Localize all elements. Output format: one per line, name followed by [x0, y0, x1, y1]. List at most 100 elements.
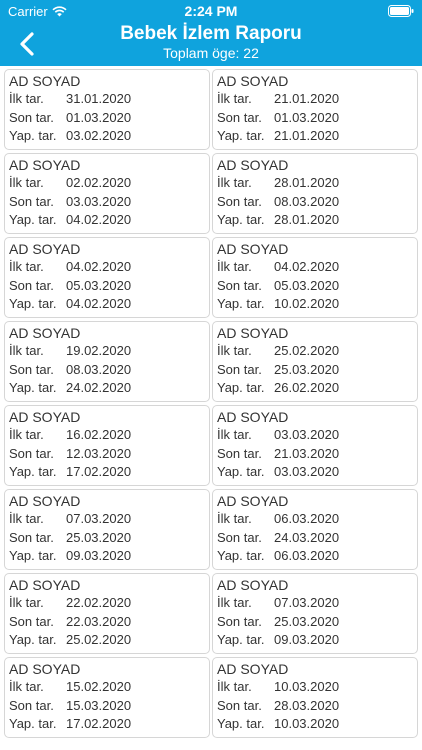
last-date-row: Son tar. 22.03.2020 — [9, 613, 209, 632]
last-date-label: Son tar. — [217, 193, 262, 209]
done-date-value: 21.01.2020 — [274, 128, 340, 143]
last-date-label: Son tar. — [217, 277, 262, 293]
done-date-value: 10.03.2020 — [274, 716, 340, 731]
first-date-value: 03.03.2020 — [274, 427, 340, 442]
last-date-value: 03.03.2020 — [66, 193, 132, 209]
record-card[interactable]: AD SOYAD İlk tar. 07.03.2020 Son tar. 25.03.… — [212, 573, 418, 654]
record-card[interactable]: AD SOYAD İlk tar. 02.02.2020 Son tar. 03.03.… — [4, 153, 210, 234]
header: Carrier 2:24 PM Bebek İzlem Raporu Topla… — [0, 0, 422, 66]
done-date-value: 17.02.2020 — [66, 464, 132, 479]
record-card[interactable]: AD SOYAD İlk tar. 21.01.2020 Son tar. 01.03.… — [212, 69, 418, 150]
status-bar: Carrier 2:24 PM — [0, 0, 422, 22]
done-date-row: Yap. tar. 03.03.2020 — [217, 463, 417, 482]
first-date-value: 21.01.2020 — [274, 91, 340, 106]
done-date-value: 25.02.2020 — [66, 632, 132, 647]
last-date-label: Son tar. — [9, 277, 54, 293]
record-name: AD SOYAD — [217, 577, 289, 593]
last-date-row: Son tar. 03.03.2020 — [9, 193, 209, 212]
record-card[interactable]: AD SOYAD İlk tar. 04.02.2020 Son tar. 05.03.… — [212, 237, 418, 318]
done-date-label: Yap. tar. — [9, 548, 57, 563]
done-date-row: Yap. tar. 10.02.2020 — [217, 295, 417, 314]
last-date-value: 24.03.2020 — [274, 529, 340, 545]
done-date-row: Yap. tar. 17.02.2020 — [9, 463, 209, 482]
record-card[interactable]: AD SOYAD İlk tar. 10.03.2020 Son tar. 28.03.… — [212, 657, 418, 738]
first-date-label: İlk tar. — [217, 91, 252, 106]
record-name: AD SOYAD — [9, 157, 81, 173]
record-card[interactable]: AD SOYAD İlk tar. 04.02.2020 Son tar. 05.03.… — [4, 237, 210, 318]
done-date-value: 17.02.2020 — [66, 716, 132, 731]
done-date-value: 09.03.2020 — [274, 632, 340, 647]
first-date-value: 25.02.2020 — [274, 343, 340, 358]
first-date-label: İlk tar. — [217, 175, 252, 190]
last-date-row: Son tar. 25.03.2020 — [217, 361, 417, 380]
last-date-label: Son tar. — [217, 109, 262, 125]
record-card[interactable]: AD SOYAD İlk tar. 06.03.2020 Son tar. 24.03.… — [212, 489, 418, 570]
done-date-label: Yap. tar. — [217, 212, 265, 227]
last-date-label: Son tar. — [217, 697, 262, 713]
last-date-row: Son tar. 21.03.2020 — [217, 445, 417, 464]
record-name: AD SOYAD — [9, 661, 81, 677]
first-date-value: 19.02.2020 — [66, 343, 132, 358]
record-card[interactable]: AD SOYAD İlk tar. 03.03.2020 Son tar. 21.03.… — [212, 405, 418, 486]
first-date-label: İlk tar. — [217, 595, 252, 610]
done-date-value: 09.03.2020 — [66, 548, 132, 563]
last-date-value: 01.03.2020 — [274, 109, 340, 125]
record-name: AD SOYAD — [217, 661, 289, 677]
done-date-value: 10.02.2020 — [274, 296, 340, 311]
first-date-label: İlk tar. — [9, 511, 44, 526]
done-date-label: Yap. tar. — [9, 380, 57, 395]
record-name: AD SOYAD — [9, 577, 81, 593]
record-card[interactable]: AD SOYAD İlk tar. 15.02.2020 Son tar. 15.03.… — [4, 657, 210, 738]
last-date-label: Son tar. — [217, 529, 262, 545]
last-date-value: 25.03.2020 — [274, 361, 340, 377]
done-date-row: Yap. tar. 28.01.2020 — [217, 211, 417, 230]
first-date-row: İlk tar. 06.03.2020 — [217, 510, 417, 529]
last-date-value: 12.03.2020 — [66, 445, 132, 461]
record-card[interactable]: AD SOYAD İlk tar. 07.03.2020 Son tar. 25.03.… — [4, 489, 210, 570]
done-date-row: Yap. tar. 04.02.2020 — [9, 211, 209, 230]
done-date-label: Yap. tar. — [9, 464, 57, 479]
last-date-value: 08.03.2020 — [274, 193, 340, 209]
last-date-label: Son tar. — [9, 109, 54, 125]
record-card[interactable]: AD SOYAD İlk tar. 31.01.2020 Son tar. 01.03.… — [4, 69, 210, 150]
record-name: AD SOYAD — [9, 73, 81, 89]
last-date-label: Son tar. — [9, 193, 54, 209]
record-name: AD SOYAD — [217, 409, 289, 425]
first-date-value: 28.01.2020 — [274, 175, 340, 190]
last-date-value: 15.03.2020 — [66, 697, 132, 713]
first-date-label: İlk tar. — [9, 259, 44, 274]
last-date-row: Son tar. 01.03.2020 — [217, 109, 417, 128]
first-date-row: İlk tar. 25.02.2020 — [217, 342, 417, 361]
first-date-label: İlk tar. — [217, 679, 252, 694]
done-date-row: Yap. tar. 06.03.2020 — [217, 547, 417, 566]
last-date-row: Son tar. 08.03.2020 — [9, 361, 209, 380]
done-date-label: Yap. tar. — [217, 296, 265, 311]
first-date-row: İlk tar. 22.02.2020 — [9, 594, 209, 613]
done-date-row: Yap. tar. 25.02.2020 — [9, 631, 209, 650]
done-date-row: Yap. tar. 24.02.2020 — [9, 379, 209, 398]
last-date-value: 22.03.2020 — [66, 613, 132, 629]
done-date-label: Yap. tar. — [217, 716, 265, 731]
done-date-row: Yap. tar. 21.01.2020 — [217, 127, 417, 146]
first-date-row: İlk tar. 03.03.2020 — [217, 426, 417, 445]
last-date-value: 08.03.2020 — [66, 361, 132, 377]
first-date-row: İlk tar. 10.03.2020 — [217, 678, 417, 697]
first-date-label: İlk tar. — [217, 259, 252, 274]
record-card[interactable]: AD SOYAD İlk tar. 22.02.2020 Son tar. 22.03.… — [4, 573, 210, 654]
done-date-label: Yap. tar. — [9, 212, 57, 227]
first-date-row: İlk tar. 02.02.2020 — [9, 174, 209, 193]
first-date-row: İlk tar. 07.03.2020 — [217, 594, 417, 613]
status-time: 2:24 PM — [184, 3, 238, 19]
first-date-row: İlk tar. 19.02.2020 — [9, 342, 209, 361]
record-card[interactable]: AD SOYAD İlk tar. 19.02.2020 Son tar. 08.03.… — [4, 321, 210, 402]
done-date-value: 03.03.2020 — [274, 464, 340, 479]
done-date-row: Yap. tar. 26.02.2020 — [217, 379, 417, 398]
first-date-row: İlk tar. 16.02.2020 — [9, 426, 209, 445]
record-card[interactable]: AD SOYAD İlk tar. 25.02.2020 Son tar. 25.03.… — [212, 321, 418, 402]
record-card[interactable]: AD SOYAD İlk tar. 16.02.2020 Son tar. 12.03.… — [4, 405, 210, 486]
last-date-row: Son tar. 28.03.2020 — [217, 697, 417, 716]
done-date-value: 04.02.2020 — [66, 296, 132, 311]
total-count: Toplam öge: 22 — [163, 45, 259, 61]
last-date-label: Son tar. — [217, 445, 262, 461]
record-card[interactable]: AD SOYAD İlk tar. 28.01.2020 Son tar. 08.03.… — [212, 153, 418, 234]
